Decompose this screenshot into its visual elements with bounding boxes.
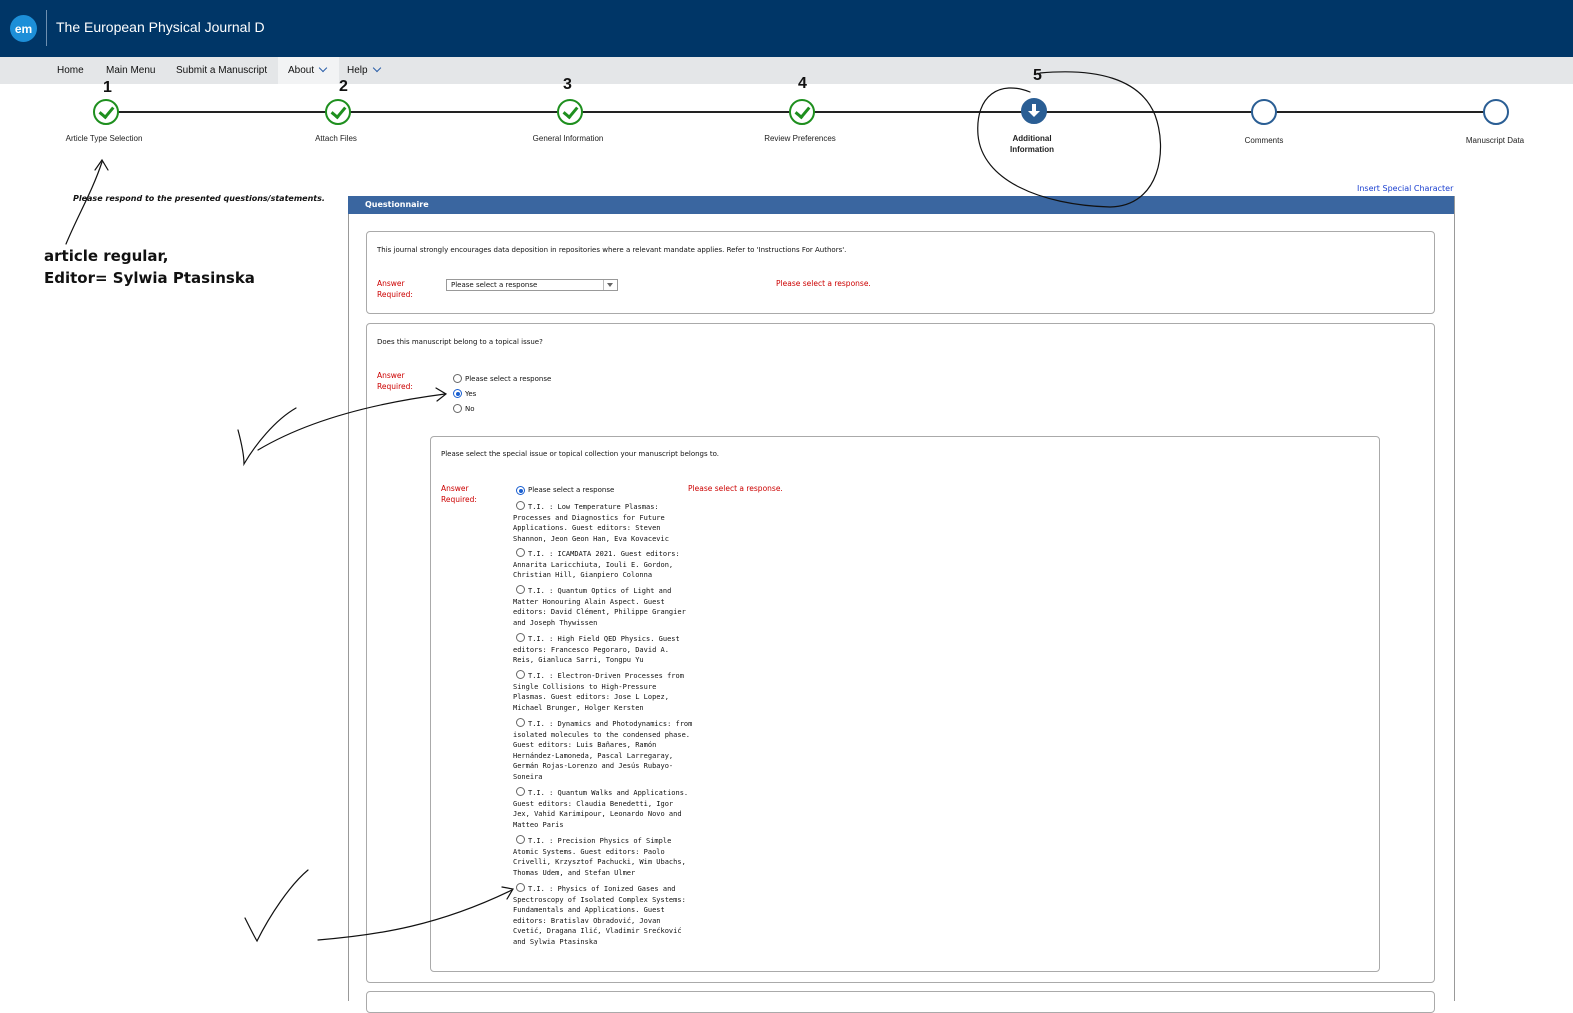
step-1-check-icon[interactable] bbox=[93, 99, 119, 125]
q3-option-text: T.I. : Quantum Walks and Applications. G… bbox=[513, 789, 689, 829]
q3-option-text: T.I. : Quantum Optics of Light and Matte… bbox=[513, 587, 686, 627]
q2-option-label: Yes bbox=[465, 390, 477, 398]
question-2-text: Does this manuscript belong to a topical… bbox=[377, 338, 543, 346]
question-1-select[interactable]: Please select a response bbox=[446, 279, 618, 291]
q2-radio-no[interactable] bbox=[453, 404, 462, 413]
menu-help[interactable]: Help bbox=[347, 63, 381, 76]
menu-about[interactable]: About bbox=[288, 63, 328, 76]
step-3-check-icon[interactable] bbox=[557, 99, 583, 125]
q3-option-text: T.I. : Physics of Ionized Gases and Spec… bbox=[513, 885, 686, 946]
q3-radio-please-select[interactable] bbox=[516, 486, 525, 495]
step-6-label[interactable]: Comments bbox=[1224, 135, 1304, 146]
questionnaire-header: Questionnaire bbox=[348, 196, 1454, 214]
step-5-label[interactable]: Additional Information bbox=[992, 133, 1072, 155]
step-7-circle-icon[interactable] bbox=[1483, 99, 1509, 125]
instruction-text: Please respond to the presented question… bbox=[73, 194, 325, 203]
q3-option-text: T.I. : Dynamics and Photodynamics: from … bbox=[513, 720, 693, 781]
note-line-1: article regular, bbox=[44, 247, 169, 265]
step-4-check-icon[interactable] bbox=[789, 99, 815, 125]
chevron-down-icon bbox=[372, 63, 381, 73]
menu-home[interactable]: Home bbox=[57, 65, 84, 76]
step-number-4: 4 bbox=[798, 75, 807, 92]
question-4-box bbox=[366, 991, 1435, 1013]
q3-option-label: Please select a response bbox=[528, 486, 615, 494]
q2-radio-yes[interactable] bbox=[453, 389, 462, 398]
note-line-2: Editor= Sylwia Ptasinska bbox=[44, 269, 255, 287]
handwritten-note: article regular, Editor= Sylwia Ptasinsk… bbox=[44, 245, 255, 289]
q3-option-text: T.I. : Low Temperature Plasmas: Processe… bbox=[513, 503, 669, 543]
logo-divider bbox=[46, 10, 47, 46]
question-3-error: Please select a response. bbox=[688, 484, 783, 493]
chevron-down-icon bbox=[318, 63, 328, 73]
step-5-download-icon[interactable] bbox=[1021, 98, 1047, 124]
question-1-text: This journal strongly encourages data de… bbox=[377, 246, 847, 254]
q2-option-label: No bbox=[465, 405, 475, 413]
step-number-5: 5 bbox=[1033, 67, 1042, 84]
annotation-arrow-to-article-type bbox=[65, 161, 103, 245]
annotation-checkmark-last-option bbox=[244, 869, 309, 943]
menu-main-menu[interactable]: Main Menu bbox=[106, 65, 155, 76]
top-bar: em The European Physical Journal D bbox=[0, 0, 1573, 57]
answer-required-label: Answer Required: bbox=[441, 484, 477, 504]
insert-special-character-link[interactable]: Insert Special Character bbox=[1357, 184, 1453, 193]
answer-required-label: Answer Required: bbox=[377, 371, 413, 391]
q3-option-text: T.I. : High Field QED Physics. Guest edi… bbox=[513, 635, 680, 664]
question-1-box bbox=[366, 231, 1435, 314]
annotation-checkmark-yes bbox=[237, 407, 297, 467]
answer-required-label: Answer Required: bbox=[377, 279, 413, 299]
question-1-error: Please select a response. bbox=[776, 279, 871, 288]
step-1-label[interactable]: Article Type Selection bbox=[64, 133, 144, 144]
step-number-1: 1 bbox=[103, 79, 112, 96]
q2-radio-please-select[interactable] bbox=[453, 374, 462, 383]
step-2-label[interactable]: Attach Files bbox=[296, 133, 376, 144]
em-logo[interactable]: em bbox=[10, 15, 37, 42]
step-number-2: 2 bbox=[339, 78, 348, 95]
q3-option-text: T.I. : Precision Physics of Simple Atomi… bbox=[513, 837, 686, 877]
step-number-3: 3 bbox=[563, 76, 572, 93]
q3-option-text: T.I. : ICAMDATA 2021. Guest editors: Ann… bbox=[513, 550, 680, 579]
q2-option-label: Please select a response bbox=[465, 375, 552, 383]
step-3-label[interactable]: General Information bbox=[528, 133, 608, 144]
step-4-label[interactable]: Review Preferences bbox=[760, 133, 840, 144]
step-6-circle-icon[interactable] bbox=[1251, 99, 1277, 125]
question-3-text: Please select the special issue or topic… bbox=[441, 450, 719, 458]
question-1-select-value: Please select a response bbox=[451, 281, 538, 289]
chevron-down-icon bbox=[603, 280, 617, 290]
annotation-arrowhead bbox=[94, 158, 109, 171]
step-7-label[interactable]: Manuscript Data bbox=[1455, 135, 1535, 146]
journal-title: The European Physical Journal D bbox=[56, 19, 265, 35]
menu-about-label: About bbox=[288, 65, 315, 76]
menu-help-label: Help bbox=[347, 65, 368, 76]
q3-option-text: T.I. : Electron-Driven Processes from Si… bbox=[513, 672, 684, 712]
menu-submit-manuscript[interactable]: Submit a Manuscript bbox=[176, 65, 267, 76]
step-2-check-icon[interactable] bbox=[325, 99, 351, 125]
